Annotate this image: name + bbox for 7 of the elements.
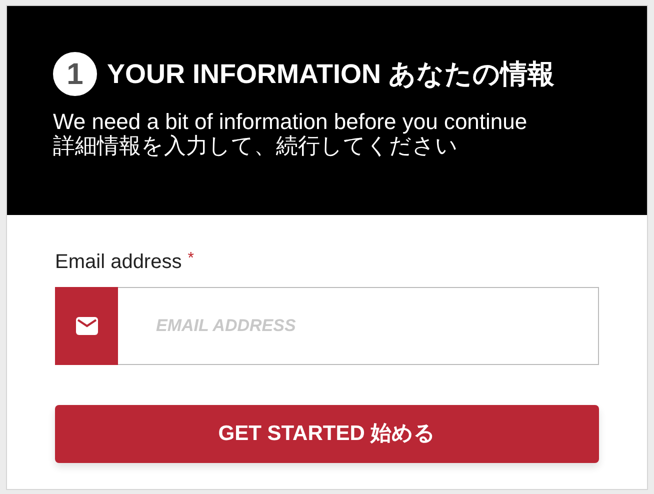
field-label: Email address [55, 250, 182, 275]
step-number: 1 [53, 52, 97, 96]
required-mark: * [188, 249, 194, 269]
envelope-icon [76, 317, 98, 335]
section-description: We need a bit of information before you continue 詳細情報を入力して、続行してください [53, 110, 528, 158]
get-started-button[interactable]: GET STARTED 始める [55, 405, 599, 463]
section-title: YOUR INFORMATION あなたの情報 [107, 58, 554, 91]
